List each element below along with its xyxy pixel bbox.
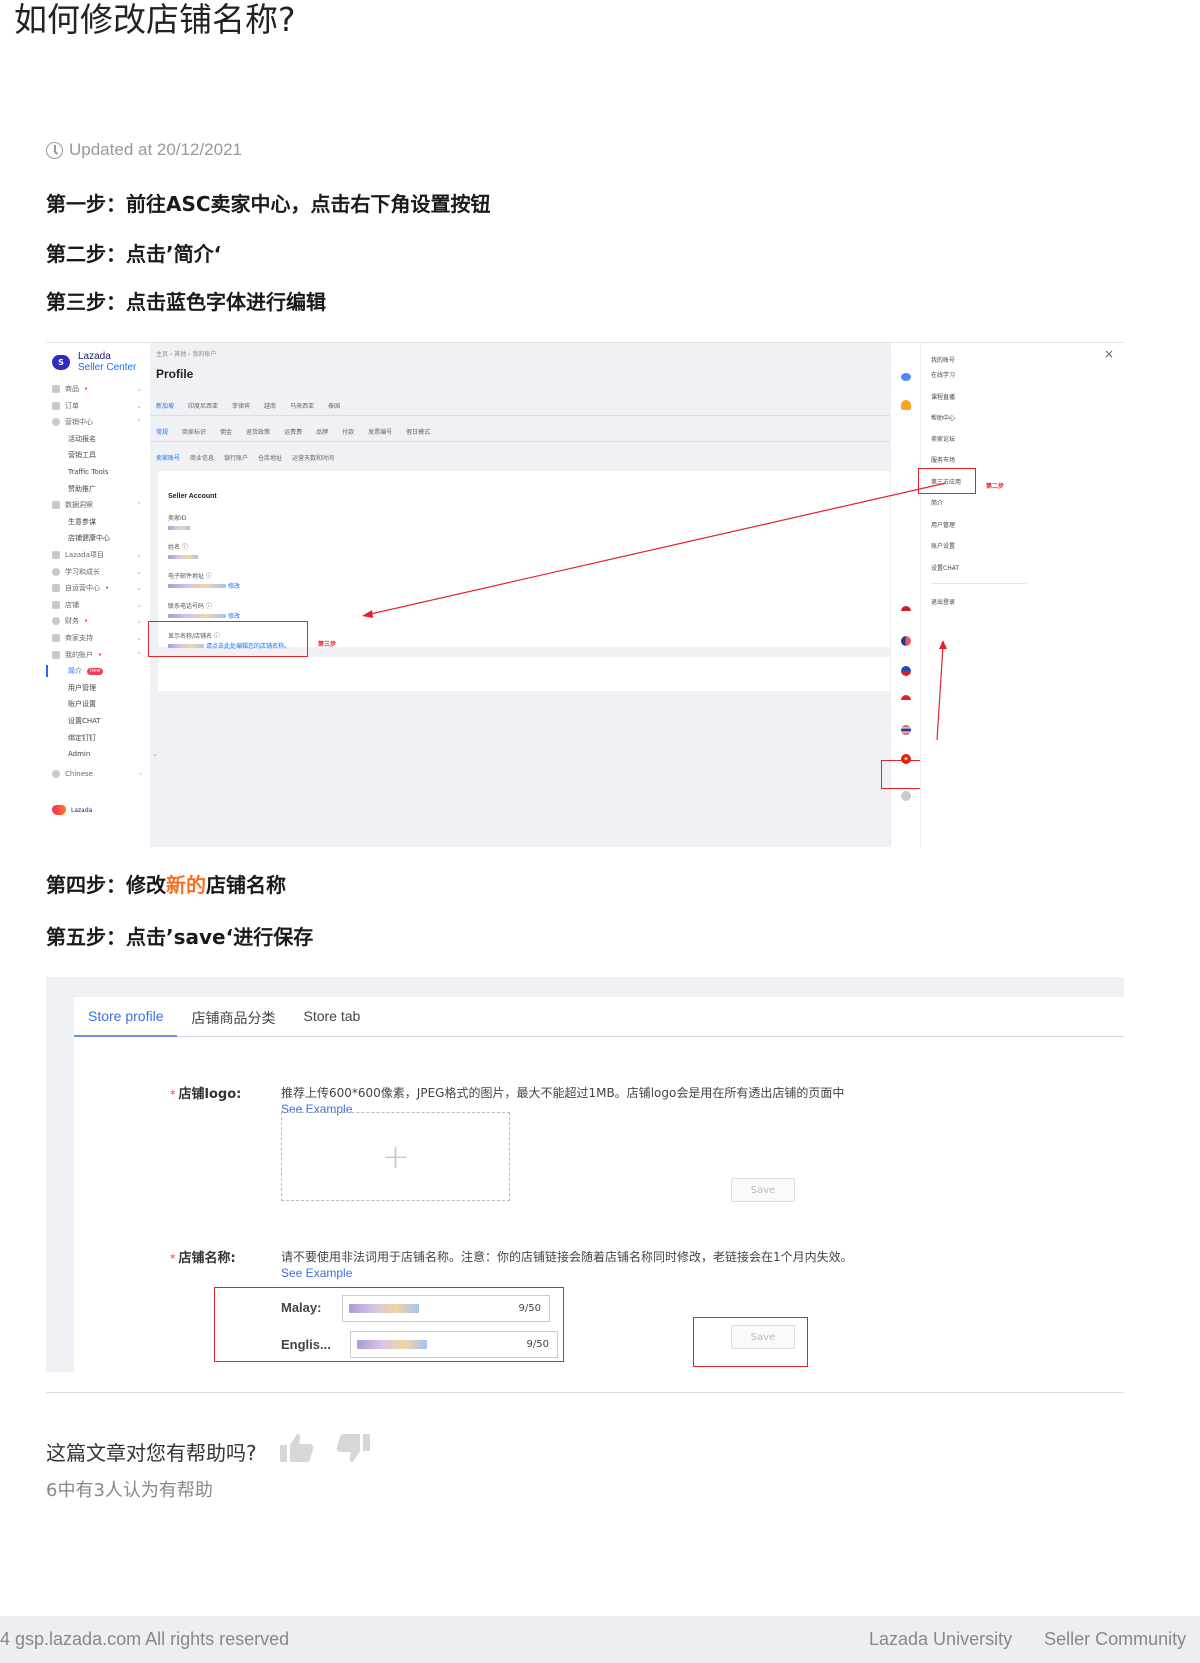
helpful-count: 6中有3人认为有帮助 [46, 1480, 213, 1501]
store-name-label-text: 店铺名称: [178, 1251, 236, 1266]
annotation-arrows [362, 482, 947, 741]
step-3: 第三步：点击蓝色字体进行编辑 [46, 290, 326, 314]
tab-store-categories[interactable]: 店铺商品分类 [177, 997, 289, 1036]
logo-upload-area[interactable]: + [281, 1112, 510, 1201]
required-mark: * [170, 1088, 176, 1101]
footer-link-university[interactable]: Lazada University [869, 1629, 1012, 1650]
highlight-box-name-inputs [214, 1287, 564, 1362]
updated-info: Updated at 20/12/2021 [46, 140, 242, 160]
tab-store-tab[interactable]: Store tab [289, 997, 374, 1036]
feedback-question: 这篇文章对您有帮助吗? [46, 1441, 257, 1465]
step4-prefix: 第四步：修改 [46, 873, 166, 897]
logo-label-text: 店铺logo: [178, 1087, 242, 1102]
tab-store-profile[interactable]: Store profile [74, 997, 178, 1037]
footer-link-community[interactable]: Seller Community [1044, 1629, 1186, 1650]
store-profile-screenshot: Store profile 店铺商品分类 Store tab * 店铺logo: … [46, 977, 1124, 1372]
clock-icon [46, 141, 63, 159]
article-title: 如何修改店铺名称? [14, 0, 296, 39]
required-mark: * [170, 1252, 176, 1265]
step-1: 第一步：前往ASC卖家中心，点击右下角设置按钮 [46, 192, 491, 216]
plus-icon: + [381, 1136, 410, 1177]
step-5: 第五步：点击’save‘进行保存 [46, 925, 314, 949]
seller-center-screenshot: S Lazada Seller Center 商品 • ⌄ 订单 ⌄ 营销中心 ⌃ 活动报名 营销… [46, 342, 1124, 847]
store-tabs: Store profile 店铺商品分类 Store tab [74, 997, 1124, 1037]
step-2: 第二步：点击’简介‘ [46, 242, 222, 266]
save-logo-button[interactable]: Save [731, 1178, 795, 1202]
step4-suffix: 店铺名称 [206, 873, 286, 897]
step-4: 第四步：修改新的店铺名称 [46, 869, 286, 898]
step4-highlight: 新的 [166, 873, 206, 897]
arrow-head-step2 [939, 640, 947, 649]
store-name-description: 请不要使用非法词用于店铺名称。注意：你的店铺链接会随着店铺名称同时修改，老链接会… [281, 1250, 853, 1264]
see-example-link[interactable]: See Example [281, 1266, 352, 1280]
highlight-box-save [693, 1317, 808, 1367]
thumbs-up-icon[interactable] [279, 1432, 315, 1471]
divider [46, 1392, 1124, 1393]
footer-links: Lazada University Seller Community [869, 1629, 1186, 1650]
arrow-head-step3 [362, 610, 373, 618]
copyright: 4 gsp.lazada.com All rights reserved [0, 1629, 290, 1649]
arrow-line-step2 [936, 645, 944, 741]
thumbs-down-icon[interactable] [335, 1432, 371, 1471]
arrow-line-step3 [365, 482, 947, 616]
page-footer: 4 gsp.lazada.com All rights reserved Laz… [0, 1616, 1200, 1663]
feedback-row: 这篇文章对您有帮助吗? [46, 1432, 371, 1471]
logo-label: * 店铺logo: [170, 1083, 241, 1102]
logo-description: 推荐上传600*600像素，JPEG格式的图片，最大不能超过1MB。店铺logo… [281, 1086, 845, 1100]
updated-text: Updated at 20/12/2021 [69, 140, 242, 159]
store-name-label: * 店铺名称: [170, 1247, 236, 1266]
